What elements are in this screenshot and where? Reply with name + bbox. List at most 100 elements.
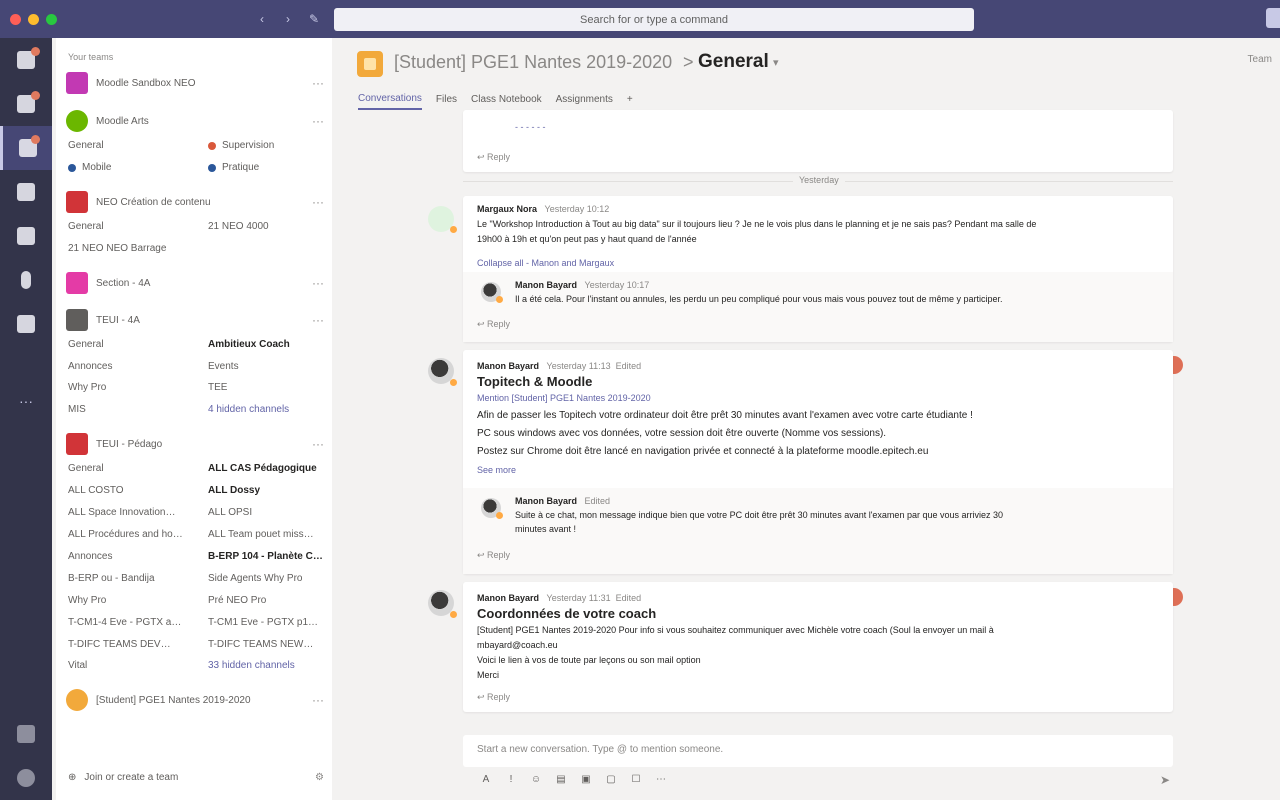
more-options-icon[interactable]: ··· — [310, 276, 326, 290]
reply-author[interactable]: Manon Bayard — [515, 280, 577, 290]
channel-item[interactable]: Vital — [68, 660, 193, 671]
team-item[interactable]: TEUI - 4A ··· — [66, 307, 326, 333]
channel-item[interactable]: ALL Space Innovation… — [68, 507, 193, 518]
team-item[interactable]: TEUI - Pédago ··· — [66, 431, 326, 457]
maximize-window-button[interactable] — [46, 13, 57, 25]
channel-item[interactable]: General — [68, 463, 193, 474]
channel-item[interactable]: Supervision — [208, 140, 332, 151]
calendar-rail-button[interactable] — [0, 214, 52, 258]
store-rail-button[interactable] — [0, 712, 52, 756]
tab-files[interactable]: Files — [436, 88, 457, 110]
app-icon[interactable]: ☐ — [628, 771, 644, 787]
more-options-icon[interactable]: ··· — [310, 195, 326, 209]
emoji-icon[interactable]: ☺ — [528, 771, 544, 787]
channel-item[interactable]: Mobile — [68, 162, 193, 173]
channel-item[interactable]: Events — [208, 361, 332, 372]
channel-item[interactable]: T-CM1-4 Eve - PGTX a… — [68, 617, 193, 628]
reply-author[interactable]: Manon Bayard — [515, 496, 577, 506]
channel-item[interactable]: MIS — [68, 404, 193, 415]
files-rail-button[interactable] — [0, 302, 52, 346]
channel-item[interactable]: Annonces — [68, 361, 193, 372]
channel-title[interactable]: General — [698, 51, 769, 73]
channel-item[interactable]: General — [68, 221, 193, 232]
channel-item[interactable]: T-DIFC TEAMS DEV… — [68, 639, 193, 650]
channel-item[interactable]: ALL Dossy — [208, 485, 332, 496]
channel-item[interactable]: B-ERP 104 - Planète C… — [208, 551, 332, 562]
channel-item[interactable]: B-ERP ou - Bandija — [68, 573, 193, 584]
reply-button[interactable]: ↩ Reply — [477, 152, 510, 163]
collapse-all-link[interactable]: Collapse all - Manon and Margaux — [477, 258, 614, 268]
meet-icon[interactable]: ▢ — [603, 771, 619, 787]
channel-header: [Student] PGE1 Nantes 2019-2020 > Genera… — [336, 38, 1280, 88]
channel-item[interactable]: TEE — [208, 382, 332, 393]
hidden-channels-link[interactable]: 4 hidden channels — [208, 404, 332, 415]
add-tab-button[interactable]: + — [627, 88, 633, 110]
post-author[interactable]: Margaux Nora — [477, 204, 537, 214]
back-arrow-icon[interactable]: ‹ — [252, 9, 272, 29]
channel-item[interactable]: General — [68, 140, 193, 151]
forward-arrow-icon[interactable]: › — [278, 9, 298, 29]
calls-rail-button[interactable] — [0, 258, 52, 302]
more-apps-icon[interactable]: ··· — [0, 393, 52, 409]
channel-item[interactable]: Pré NEO Pro — [208, 595, 332, 606]
channel-item[interactable]: ALL OPSI — [208, 507, 332, 518]
sticker-icon[interactable]: ▣ — [578, 771, 594, 787]
channel-item[interactable]: ALL CAS Pédagogique — [208, 463, 332, 474]
reply-button[interactable]: ↩ Reply — [477, 692, 510, 703]
chat-rail-button[interactable] — [0, 82, 52, 126]
more-options-icon[interactable]: ··· — [310, 114, 326, 128]
chevron-down-icon[interactable]: ▾ — [773, 56, 779, 69]
channel-item[interactable]: Pratique — [208, 162, 332, 173]
channel-item[interactable]: Ambitieux Coach — [208, 339, 332, 350]
close-window-button[interactable] — [10, 13, 21, 25]
hidden-channels-link[interactable]: 33 hidden channels — [208, 660, 332, 671]
team-item[interactable]: [Student] PGE1 Nantes 2019-2020 ··· — [66, 687, 326, 713]
search-input[interactable]: Search for or type a command — [334, 8, 974, 31]
help-rail-button[interactable] — [0, 756, 52, 800]
channel-item[interactable]: ALL Team pouet miss… — [208, 529, 332, 540]
post-mention[interactable]: Mention [Student] PGE1 Nantes 2019-2020 — [477, 393, 651, 403]
tab-assignments[interactable]: Assignments — [556, 88, 613, 110]
more-options-icon[interactable]: ··· — [310, 693, 326, 707]
channel-item[interactable]: Why Pro — [68, 382, 193, 393]
join-create-team-button[interactable]: ⊕ Join or create a team ⚙ — [68, 772, 324, 783]
tab-class-notebook[interactable]: Class Notebook — [471, 88, 542, 110]
channel-item[interactable]: Side Agents Why Pro — [208, 573, 332, 584]
channel-item[interactable]: ALL Procédures and ho… — [68, 529, 193, 540]
post-author[interactable]: Manon Bayard — [477, 593, 539, 603]
team-item[interactable]: Moodle Sandbox NEO ··· — [66, 70, 326, 96]
channel-item[interactable]: Annonces — [68, 551, 193, 562]
team-button[interactable]: Team — [1248, 54, 1272, 65]
format-icon[interactable]: A — [478, 771, 494, 787]
profile-avatar[interactable] — [1266, 8, 1280, 28]
more-options-icon[interactable]: ··· — [310, 76, 326, 90]
important-icon[interactable]: ! — [503, 771, 519, 787]
activity-rail-button[interactable] — [0, 38, 52, 82]
post-author[interactable]: Manon Bayard — [477, 361, 539, 371]
channel-item[interactable]: Why Pro — [68, 595, 193, 606]
new-conversation-input[interactable]: Start a new conversation. Type @ to ment… — [463, 735, 1173, 767]
more-options-icon[interactable]: ⋯ — [653, 771, 669, 787]
minimize-window-button[interactable] — [28, 13, 39, 25]
tab-conversations[interactable]: Conversations — [358, 88, 422, 110]
reply-button[interactable]: ↩ Reply — [477, 319, 510, 330]
gear-icon[interactable]: ⚙ — [315, 772, 324, 783]
more-options-icon[interactable]: ··· — [310, 313, 326, 327]
more-options-icon[interactable]: ··· — [310, 437, 326, 451]
reply-button[interactable]: ↩ Reply — [477, 550, 510, 561]
send-icon[interactable]: ➤ — [1160, 773, 1170, 787]
channel-item[interactable]: 21 NEO 4000 — [208, 221, 332, 232]
team-item[interactable]: Moodle Arts ··· — [66, 108, 326, 134]
channel-item[interactable]: ALL COSTO — [68, 485, 193, 496]
channel-item[interactable]: T-CM1 Eve - PGTX p1… — [208, 617, 332, 628]
channel-item[interactable]: General — [68, 339, 193, 350]
teams-rail-button[interactable] — [0, 126, 52, 170]
see-more-link[interactable]: See more — [477, 465, 516, 475]
team-item[interactable]: Section - 4A ··· — [66, 270, 326, 296]
gif-icon[interactable]: ▤ — [553, 771, 569, 787]
assignments-rail-button[interactable] — [0, 170, 52, 214]
channel-item[interactable]: T-DIFC TEAMS NEW… — [208, 639, 332, 650]
compose-icon[interactable]: ✎ — [304, 9, 324, 29]
channel-item[interactable]: 21 NEO NEO Barrage — [68, 243, 193, 254]
team-item[interactable]: NEO Création de contenu ··· — [66, 189, 326, 215]
